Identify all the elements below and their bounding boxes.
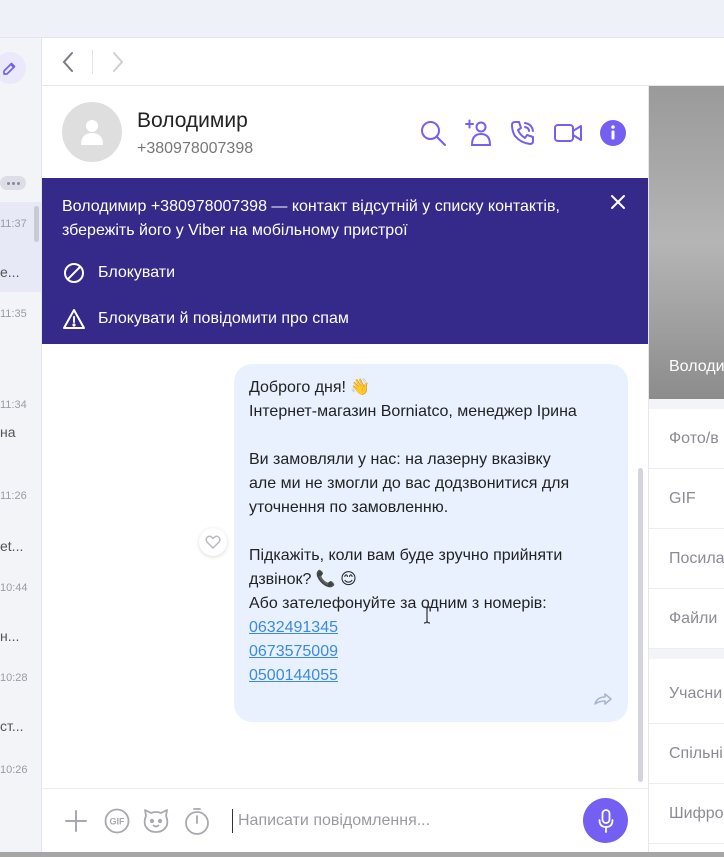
contact-name: Володимир xyxy=(137,109,248,132)
info-panel: Володимир Фото/в GIF Посила Файли Учасни… xyxy=(648,86,724,852)
sticker-button[interactable] xyxy=(142,807,170,835)
message-line: уточнення по замовленню. xyxy=(249,499,449,516)
contact-phone: +380978007398 xyxy=(137,140,254,157)
plus-icon xyxy=(65,810,87,832)
chat-list-item[interactable]: 10:26 xyxy=(0,742,41,832)
info-contact-name: Володимир xyxy=(669,358,724,375)
block-label: Блокувати xyxy=(98,264,176,281)
chat-list-item[interactable]: 11:26 et... xyxy=(0,472,41,562)
message-line: дзвінок? 📞 😊 xyxy=(249,571,357,588)
forward-arrow-icon[interactable] xyxy=(594,693,612,705)
block-icon xyxy=(62,261,86,285)
chevron-right-icon xyxy=(113,52,124,72)
info-item-files[interactable]: Файли xyxy=(649,589,724,649)
back-button[interactable] xyxy=(56,50,80,74)
message-line: Ви замовляли у нас: на лазерну вказівку xyxy=(249,451,551,468)
search-button[interactable] xyxy=(418,118,448,148)
microphone-icon xyxy=(598,808,613,833)
video-call-button[interactable] xyxy=(553,118,583,148)
unknown-contact-banner: Володимир +380978007398 — контакт відсут… xyxy=(42,178,648,344)
phone-link[interactable]: 0673575009 xyxy=(249,643,338,660)
gif-icon: GIF xyxy=(104,808,130,834)
composer: GIF xyxy=(42,788,648,852)
chat-list-item[interactable]: 11:34 на xyxy=(0,382,41,472)
info-item-participants[interactable]: Учасни xyxy=(649,664,724,724)
info-item-links[interactable]: Посила xyxy=(649,529,724,589)
phone-icon xyxy=(511,121,534,145)
sticker-bear-icon xyxy=(143,809,169,833)
nav-separator xyxy=(92,50,93,74)
chat-list-scrollbar[interactable] xyxy=(34,206,39,242)
forward-button[interactable] xyxy=(106,50,130,74)
warning-icon xyxy=(62,307,86,331)
info-item-encryption[interactable]: Шифро xyxy=(649,784,724,844)
call-button[interactable] xyxy=(508,118,538,148)
block-report-button[interactable]: Блокувати й повідомити про спам xyxy=(62,306,349,332)
nav-bar xyxy=(42,38,724,86)
block-button[interactable]: Блокувати xyxy=(62,260,175,286)
like-button[interactable] xyxy=(199,528,227,556)
chat-list: 11:37 е... 11:35 11:34 на 11:26 et... 10… xyxy=(0,38,42,852)
text-cursor-icon xyxy=(423,606,431,624)
message-line: але ми не змогли до вас додзвонитися для xyxy=(249,475,570,492)
add-participant-button[interactable] xyxy=(464,118,494,148)
avatar[interactable] xyxy=(62,102,122,162)
banner-text: Володимир +380978007398 — контакт відсут… xyxy=(62,198,560,239)
heart-icon xyxy=(205,535,221,549)
video-camera-icon xyxy=(554,124,582,142)
phone-link[interactable]: 0500144055 xyxy=(249,667,338,684)
message-input[interactable] xyxy=(232,809,572,833)
info-item-photos[interactable]: Фото/в xyxy=(649,409,724,469)
voice-message-button[interactable] xyxy=(583,798,628,843)
timer-icon xyxy=(185,808,209,835)
message-line: Підкажіть, коли вам буде зручно прийняти xyxy=(249,547,563,564)
contact-photo: Володимир xyxy=(649,86,724,399)
window-bottom-edge xyxy=(0,852,724,857)
message-line: Доброго дня! 👋 xyxy=(249,379,371,396)
chat-list-item[interactable]: 10:28 ст... xyxy=(0,652,41,742)
edit-icon xyxy=(3,62,16,75)
message-scrollbar[interactable] xyxy=(638,468,643,782)
close-icon xyxy=(611,195,625,209)
user-icon xyxy=(81,120,103,145)
info-item-shared[interactable]: Спільні xyxy=(649,724,724,784)
chat-list-item[interactable]: 11:35 xyxy=(0,292,41,382)
info-button[interactable] xyxy=(598,118,628,148)
block-report-label: Блокувати й повідомити про спам xyxy=(98,310,349,327)
phone-link[interactable]: 0632491345 xyxy=(249,619,338,636)
banner-close-button[interactable] xyxy=(608,192,628,212)
chat-list-item[interactable]: 10:44 н... xyxy=(0,562,41,652)
gif-button[interactable]: GIF xyxy=(103,807,131,835)
svg-text:GIF: GIF xyxy=(110,817,126,827)
chat-header: Володимир +380978007398 xyxy=(42,86,648,178)
compose-button[interactable] xyxy=(0,52,26,84)
chevron-left-icon xyxy=(62,52,73,72)
window-top-strip xyxy=(0,0,724,38)
info-icon xyxy=(600,120,626,146)
more-dots-icon[interactable] xyxy=(0,176,26,190)
message-area: Доброго дня! 👋 Інтернет-магазин Borniatc… xyxy=(42,344,648,788)
add-user-icon xyxy=(465,119,492,146)
info-item-gif[interactable]: GIF xyxy=(649,469,724,529)
message-line: Інтернет-магазин Borniatco, менеджер Іри… xyxy=(249,403,577,420)
search-icon xyxy=(421,121,446,146)
message-bubble[interactable]: Доброго дня! 👋 Інтернет-магазин Borniatc… xyxy=(234,364,628,722)
timer-button[interactable] xyxy=(183,807,211,835)
attach-button[interactable] xyxy=(62,807,90,835)
